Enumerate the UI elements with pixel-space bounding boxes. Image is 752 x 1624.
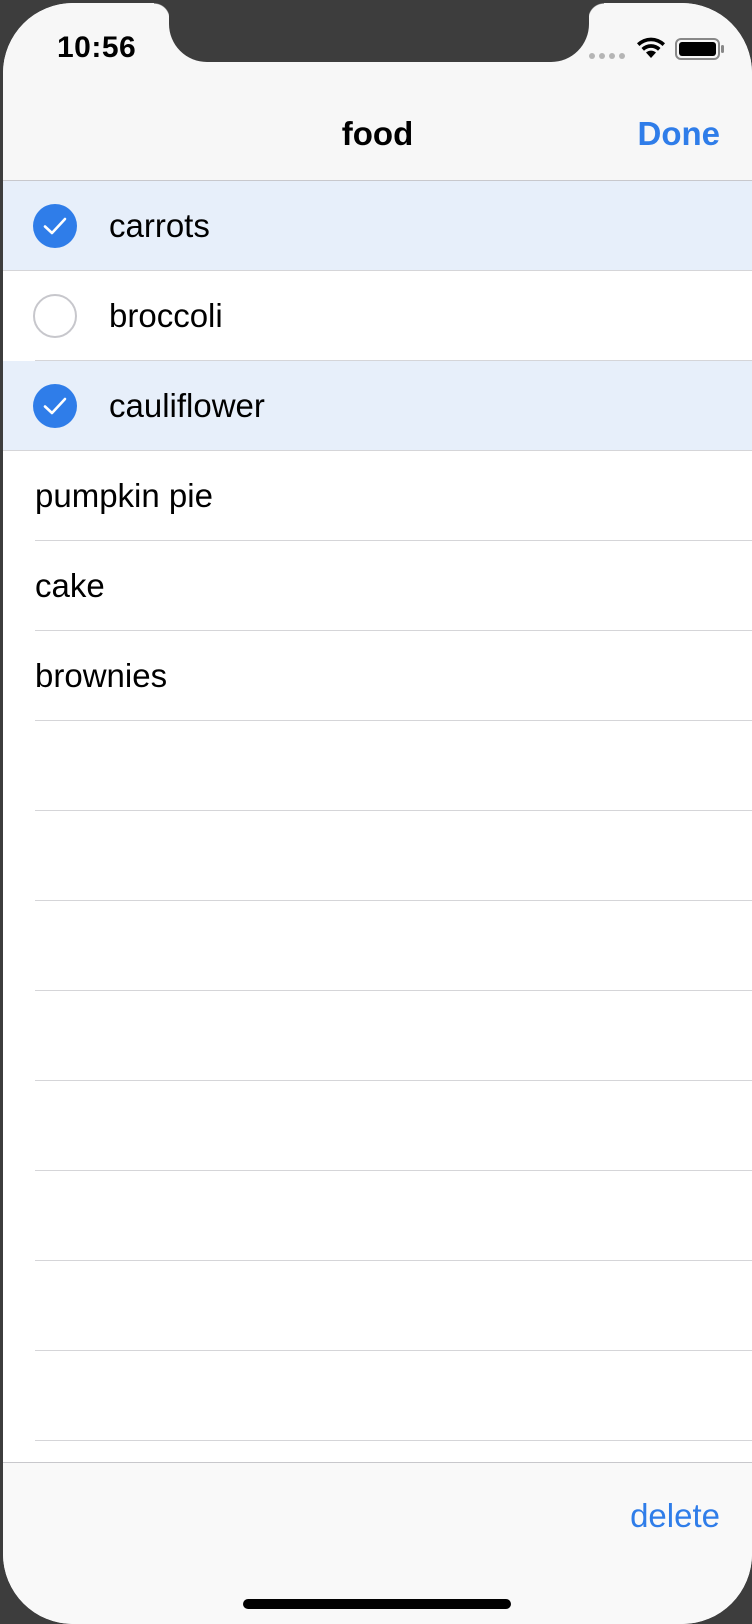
checkmark-selected-icon[interactable]: [33, 384, 77, 428]
list-item-label: broccoli: [109, 297, 223, 334]
food-list: carrots broccoli cauliflower pumpkin pie…: [3, 181, 752, 1441]
list-item[interactable]: broccoli: [3, 271, 752, 361]
status-bar: 10:56: [3, 3, 752, 93]
empty-row: [3, 1261, 752, 1351]
empty-row: [3, 991, 752, 1081]
list-item[interactable]: cauliflower: [3, 361, 752, 451]
delete-button[interactable]: delete: [630, 1497, 720, 1535]
empty-row: [3, 1171, 752, 1261]
battery-full-icon: [675, 38, 724, 60]
empty-row: [3, 811, 752, 901]
wifi-icon: [637, 37, 665, 58]
checkmark-selected-icon[interactable]: [33, 204, 77, 248]
empty-row: [3, 901, 752, 991]
status-time: 10:56: [57, 31, 137, 64]
list-item[interactable]: pumpkin pie: [3, 451, 752, 541]
device-notch: [154, 3, 604, 62]
list-item-label: carrots: [109, 207, 210, 244]
empty-row: [3, 1351, 752, 1441]
phone-screen: 10:56 food Done carrots broccoli caulifl…: [3, 3, 752, 1624]
list-item-label: brownies: [35, 657, 168, 694]
list-item-label: cake: [35, 567, 105, 604]
list-item-label: cauliflower: [109, 387, 265, 424]
done-button[interactable]: Done: [638, 115, 721, 153]
cellular-signal-icon: [589, 53, 625, 59]
navigation-bar: food Done: [3, 93, 752, 181]
empty-row: [3, 1081, 752, 1171]
list-item[interactable]: brownies: [3, 631, 752, 721]
checkbox-empty-icon[interactable]: [33, 294, 77, 338]
list-item[interactable]: cake: [3, 541, 752, 631]
list-item-label: pumpkin pie: [35, 477, 213, 514]
home-indicator[interactable]: [243, 1599, 511, 1609]
empty-row: [3, 721, 752, 811]
list-item[interactable]: carrots: [3, 181, 752, 271]
